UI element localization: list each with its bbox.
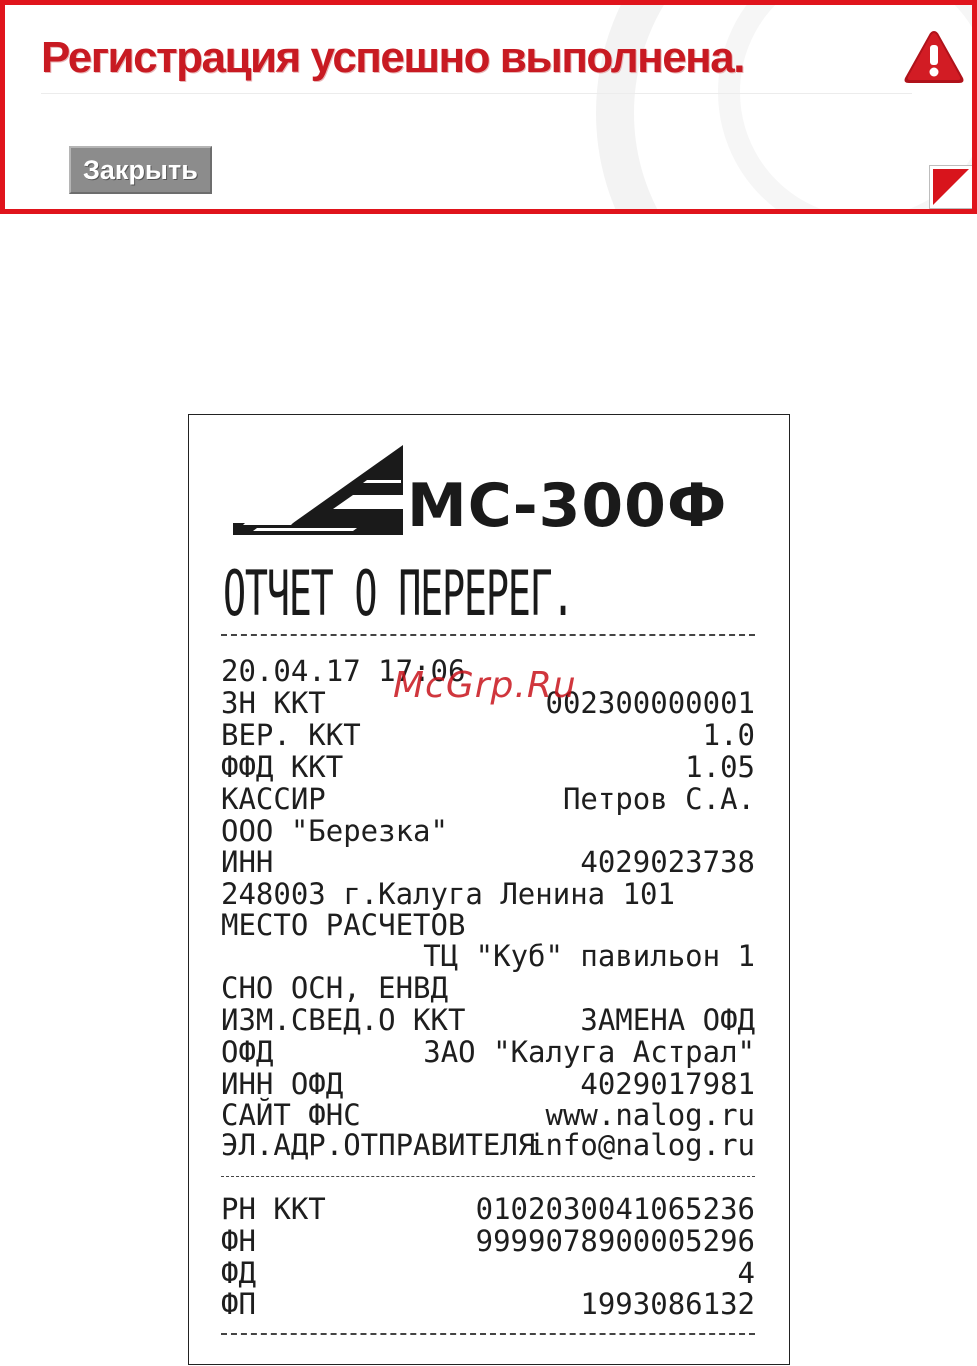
receipt-row: ЭЛ.АДР.ОТПРАВИТЕЛЯ info@nalog.ru [221, 1128, 755, 1162]
payment-place-row: ТЦ "Куб" павильон 1 [221, 940, 755, 972]
separator [221, 1176, 755, 1177]
receipt-row: ФН 9999078900005296 [221, 1224, 755, 1258]
notification-title: Регистрация успешно выполнена. [41, 33, 745, 82]
receipt-row: РН ККТ 0102030041065236 [221, 1192, 755, 1226]
separator [221, 1333, 755, 1335]
warning-icon [904, 31, 964, 83]
payment-place-value: ТЦ "Куб" павильон 1 [423, 939, 755, 973]
receipt-row: ИНН 4029023738 [221, 845, 755, 879]
report-title: ОТЧЕТ О ПЕРЕРЕГ. [223, 557, 575, 630]
organization-address: 248003 г.Калуга Ленина 101 [221, 877, 675, 911]
receipt-row: ИНН ОФД 4029017981 [221, 1067, 755, 1101]
receipt-row: ИЗМ.СВЕД.О ККТ ЗАМЕНА ОФД [221, 1003, 755, 1037]
logo-text: МС-300Ф [407, 471, 728, 541]
divider [41, 93, 912, 94]
tax-system: СНО ОСН, ЕНВД [221, 971, 448, 1005]
receipt: МС-300Ф ОТЧЕТ О ПЕРЕРЕГ. 20.04.17 17:06 … [188, 414, 790, 1365]
separator [221, 634, 755, 636]
receipt-row: ВЕР. ККТ 1.0 [221, 718, 755, 752]
close-button[interactable]: Закрыть [69, 146, 212, 194]
receipt-row: ФФД ККТ 1.05 [221, 750, 755, 784]
payment-place-label: МЕСТО РАСЧЕТОВ [221, 908, 466, 942]
receipt-row: ОФД ЗАО "Калуга Астрал" [221, 1035, 755, 1069]
organization-name: ООО "Березка" [221, 814, 448, 848]
receipt-row: КАССИР Петров С.А. [221, 782, 755, 816]
registration-notification: Регистрация успешно выполнена. Закрыть [0, 0, 977, 214]
resize-corner-icon[interactable] [929, 165, 973, 209]
watermark: McGrp.Ru [393, 665, 577, 706]
receipt-row: ФП 1993086132 [221, 1287, 755, 1321]
receipt-row: ФД 4 [221, 1256, 755, 1290]
receipt-row: САЙТ ФНС www.nalog.ru [221, 1098, 755, 1132]
